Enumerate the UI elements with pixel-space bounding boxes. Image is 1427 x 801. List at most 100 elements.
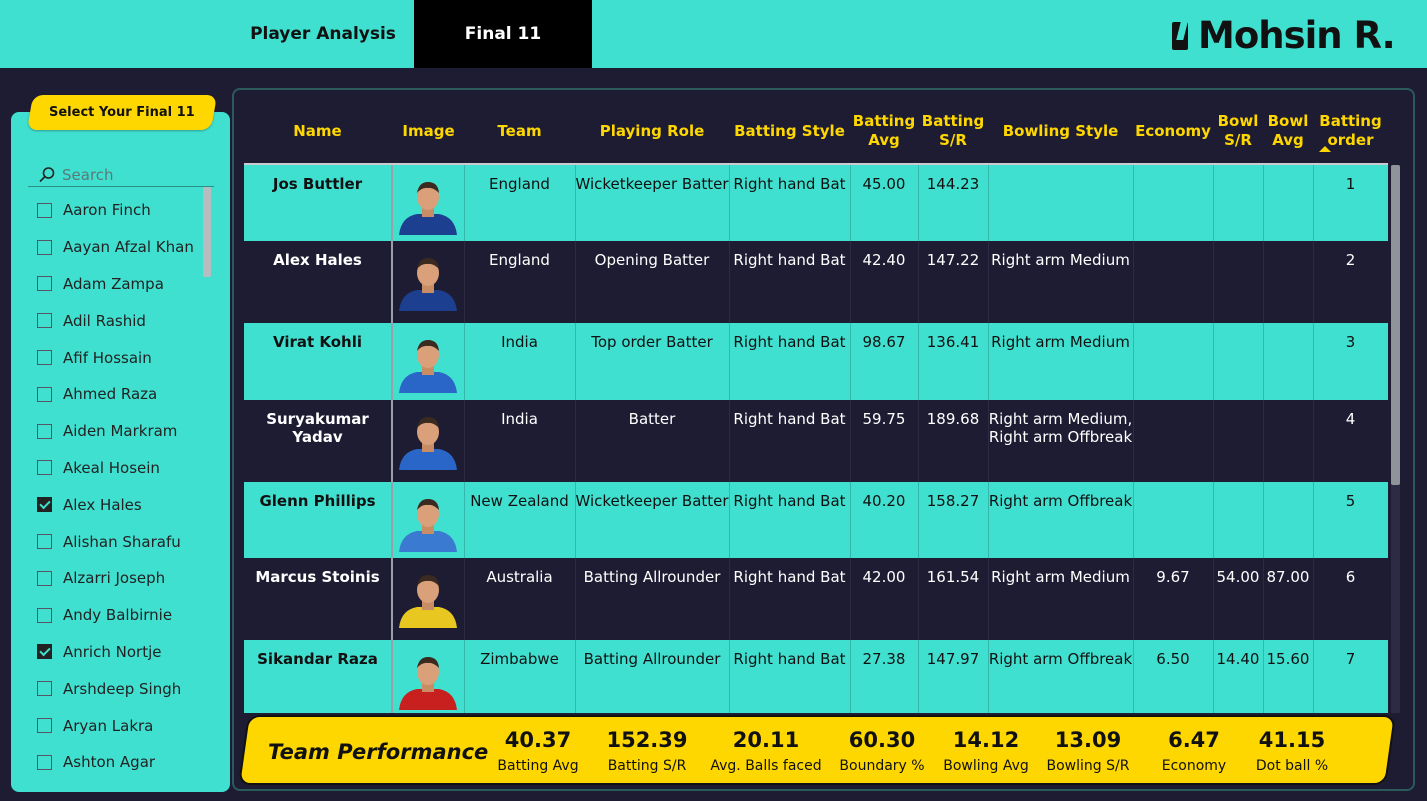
cell-bat-style: Right hand Bat <box>733 492 846 510</box>
column-divider <box>1133 241 1134 323</box>
table-row[interactable]: Glenn Phillips New Zealand Wicketkeeper Ba… <box>244 482 1388 558</box>
player-photo-icon <box>399 575 457 628</box>
player-list: Aaron Finch Aayan Afzal Khan Adam Zampa Adi… <box>37 192 207 781</box>
slicer-item[interactable]: Aiden Markram <box>37 413 207 450</box>
checkbox[interactable] <box>37 460 52 476</box>
column-header[interactable]: Economy <box>1133 100 1213 162</box>
column-header[interactable]: Batting S/R <box>918 100 988 162</box>
column-header[interactable]: Batting Avg <box>850 100 918 162</box>
checkbox[interactable] <box>37 607 52 623</box>
player-photo-icon <box>399 182 457 235</box>
column-divider <box>575 323 576 400</box>
slicer-item[interactable]: Adil Rashid <box>37 302 207 339</box>
column-divider <box>918 165 919 241</box>
checkbox[interactable] <box>37 534 52 550</box>
checkbox[interactable] <box>37 754 52 770</box>
slicer-search[interactable] <box>28 163 214 187</box>
table-row[interactable]: Alex Hales England Opening Batter Right han… <box>244 241 1388 323</box>
cell-bowl-sr <box>1213 241 1263 323</box>
column-divider <box>1313 165 1314 241</box>
slicer-item[interactable]: Aayan Afzal Khan <box>37 229 207 266</box>
cell-bat-avg: 42.00 <box>862 568 906 586</box>
cell-bat-avg: 98.67 <box>862 333 906 351</box>
cell-bowl-style: Right arm Offbreak <box>988 492 1133 510</box>
cell-bat-style: Right hand Bat <box>733 333 846 351</box>
slicer-item[interactable]: Alex Hales <box>37 486 207 523</box>
cell-bowl-avg <box>1263 323 1313 400</box>
table-row[interactable]: Jos Buttler England Wicketkeeper Batter Rig… <box>244 165 1388 241</box>
cell-team: India <box>501 333 538 351</box>
checkbox[interactable] <box>37 313 52 329</box>
checkbox[interactable] <box>37 386 52 402</box>
search-input[interactable] <box>62 165 202 184</box>
column-divider <box>918 323 919 400</box>
cell-economy <box>1133 241 1213 323</box>
slicer-scrollbar[interactable] <box>203 187 211 277</box>
checkbox[interactable] <box>37 276 52 292</box>
slicer-item[interactable]: Ashton Agar <box>37 744 207 781</box>
slicer-item[interactable]: Alzarri Joseph <box>37 560 207 597</box>
table-row[interactable]: Suryakumar Yadav India Batter Right hand Ba… <box>244 400 1388 482</box>
slicer-item[interactable]: Ahmed Raza <box>37 376 207 413</box>
column-divider <box>729 558 730 640</box>
checkbox[interactable] <box>37 497 52 513</box>
cell-economy <box>1133 165 1213 241</box>
cell-bowl-style <box>988 165 1133 241</box>
column-divider <box>850 165 851 241</box>
slicer-item[interactable]: Adam Zampa <box>37 266 207 303</box>
checkbox[interactable] <box>37 644 52 660</box>
column-divider <box>391 558 393 640</box>
slicer-item[interactable]: Aaron Finch <box>37 192 207 229</box>
slicer-item[interactable]: Andy Balbirnie <box>37 597 207 634</box>
column-header[interactable]: Bowl Avg <box>1263 100 1313 162</box>
checkbox[interactable] <box>37 350 52 366</box>
column-header[interactable]: Bowling Style <box>988 100 1133 162</box>
column-divider <box>464 400 465 482</box>
column-header[interactable]: Batting Style <box>729 100 850 162</box>
kpi-card: 20.11 Avg. Balls faced <box>701 728 831 774</box>
column-header[interactable]: Playing Role <box>575 100 729 162</box>
cell-bowl-sr: 54.00 <box>1216 568 1260 586</box>
slicer-item-label: Adil Rashid <box>63 311 146 330</box>
cell-economy <box>1133 323 1213 400</box>
checkbox[interactable] <box>37 681 52 697</box>
table-row[interactable]: Sikandar Raza Zimbabwe Batting Allrounder R… <box>244 640 1388 713</box>
tab-final-11[interactable]: Final 11 <box>414 0 592 68</box>
cell-bowl-avg <box>1263 400 1313 482</box>
slicer-item[interactable]: Afif Hossain <box>37 339 207 376</box>
checkbox[interactable] <box>37 570 52 586</box>
tab-player-analysis[interactable]: Player Analysis <box>232 0 414 68</box>
cell-team: New Zealand <box>470 492 569 510</box>
table-row[interactable]: Virat Kohli India Top order Batter Right ha… <box>244 323 1388 400</box>
sort-ascending-icon[interactable] <box>1319 146 1331 152</box>
column-divider <box>1213 482 1214 558</box>
checkbox[interactable] <box>37 423 52 439</box>
column-divider <box>391 241 393 323</box>
slicer-item[interactable]: Arshdeep Singh <box>37 670 207 707</box>
table-scrollbar[interactable] <box>1391 165 1400 713</box>
cell-bowl-avg: 87.00 <box>1266 568 1310 586</box>
column-header[interactable]: Image <box>393 100 464 162</box>
cell-order: 4 <box>1345 410 1356 428</box>
cell-name: Jos Buttler <box>272 175 363 193</box>
cell-team: England <box>489 251 550 269</box>
column-divider <box>729 165 730 241</box>
slicer-item[interactable]: Akeal Hosein <box>37 450 207 487</box>
checkbox[interactable] <box>37 718 52 734</box>
slicer-item[interactable]: Anrich Nortje <box>37 634 207 671</box>
column-header[interactable]: Batting order <box>1313 100 1388 162</box>
column-header[interactable]: Bowl S/R <box>1213 100 1263 162</box>
table-row[interactable]: Marcus Stoinis Australia Batting Allrounde… <box>244 558 1388 640</box>
cell-role: Opening Batter <box>594 251 710 269</box>
checkbox[interactable] <box>37 202 52 218</box>
column-divider <box>575 400 576 482</box>
column-header[interactable]: Name <box>244 100 391 162</box>
column-header[interactable]: Team <box>464 100 575 162</box>
slicer-item[interactable]: Alishan Sharafu <box>37 523 207 560</box>
cell-bowl-style: Right arm Medium <box>991 251 1130 269</box>
table-scrollbar-thumb[interactable] <box>1391 165 1400 485</box>
checkbox[interactable] <box>37 239 52 255</box>
column-divider <box>464 241 465 323</box>
slicer-item[interactable]: Aryan Lakra <box>37 707 207 744</box>
column-divider <box>988 165 989 241</box>
